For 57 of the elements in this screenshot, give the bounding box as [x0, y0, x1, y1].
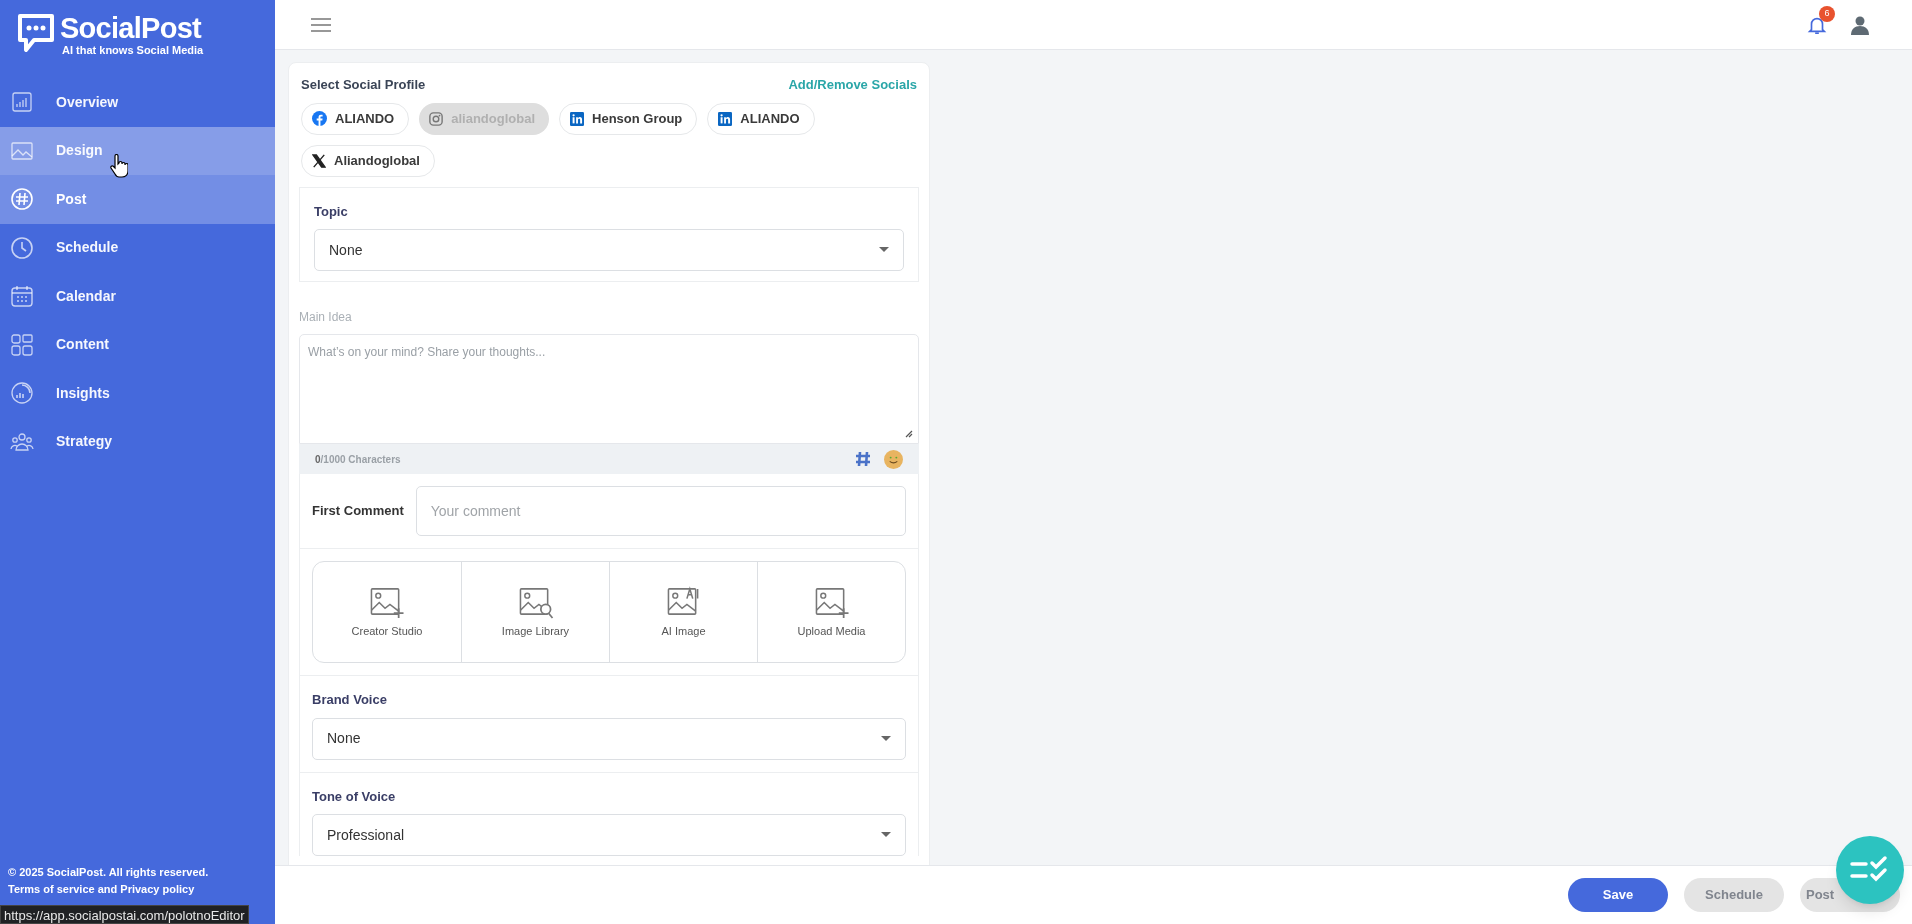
- sidebar-item[interactable]: Calendar: [0, 272, 275, 321]
- dropdown-caret-icon: [881, 735, 891, 742]
- tone-of-voice-select[interactable]: Professional: [312, 814, 906, 856]
- profile-chip[interactable]: ALIANDO: [707, 102, 815, 135]
- sidebar-item[interactable]: Overview: [0, 78, 275, 127]
- media-option-button[interactable]: Creator Studio: [313, 562, 461, 662]
- menu-icon[interactable]: [311, 17, 331, 32]
- media-option-button[interactable]: AI Image: [609, 562, 757, 662]
- instagram-icon: [429, 111, 444, 126]
- clock-icon: [10, 235, 34, 260]
- sidebar-item[interactable]: Insights: [0, 369, 275, 418]
- linkedin-icon: [718, 111, 733, 126]
- dropdown-caret-icon: [879, 247, 889, 253]
- field-label: Topic: [314, 202, 349, 221]
- calendar-icon: [10, 284, 34, 309]
- footer-text: Terms of service and Privacy policy: [8, 882, 196, 897]
- main-idea-textarea[interactable]: What’s on your mind? Share your thoughts...: [299, 334, 919, 444]
- first-comment-field[interactable]: Your comment: [415, 486, 906, 536]
- emoji-icon[interactable]: [884, 449, 903, 469]
- profile-chip[interactable]: ALIANDO: [301, 102, 410, 135]
- brand-name: SocialPost: [60, 12, 203, 44]
- notification-badge: 6: [1819, 5, 1835, 22]
- facebook-icon: [312, 111, 327, 126]
- x-logo-icon: [312, 153, 326, 168]
- brand-voice-select[interactable]: None: [312, 717, 906, 760]
- section-title: Select Social Profile: [301, 76, 426, 94]
- hand-cursor-icon: [110, 154, 128, 178]
- add-remove-socials-link[interactable]: Add/Remove Socials: [788, 75, 917, 95]
- linkedin-icon: [570, 111, 584, 126]
- hashtag-icon: [10, 187, 34, 212]
- sidebar-item[interactable]: Content: [0, 320, 275, 369]
- media-option-button[interactable]: Image Library: [461, 562, 609, 662]
- field-label: Brand Voice: [312, 691, 388, 709]
- field-label: Main Idea: [299, 309, 353, 326]
- footer-text: © 2025 SocialPost. All rights reserved.: [8, 865, 210, 880]
- hashtag-icon[interactable]: [854, 450, 872, 468]
- action-button[interactable]: Save: [1568, 878, 1668, 912]
- dropdown-caret-icon: [881, 832, 891, 838]
- media-option-button[interactable]: Upload Media: [757, 562, 905, 662]
- sidebar-item[interactable]: Strategy: [0, 417, 275, 466]
- profile-chip[interactable]: Henson Group: [559, 102, 698, 135]
- profile-chip[interactable]: Aliandoglobal: [301, 144, 435, 177]
- topic-select[interactable]: None: [314, 229, 904, 271]
- chart-icon: [10, 381, 34, 406]
- sidebar-item[interactable]: Post: [0, 175, 275, 224]
- layout-icon: [10, 332, 34, 357]
- brand-tagline: AI that knows Social Media: [61, 44, 204, 56]
- checklist-button[interactable]: [1836, 836, 1904, 904]
- field-label: Tone of Voice: [312, 787, 397, 806]
- chart-icon: [10, 90, 34, 115]
- sidebar-item[interactable]: Design: [0, 126, 275, 175]
- resize-handle-icon[interactable]: [905, 430, 913, 438]
- status-url-tooltip: https://app.socialpostai.com/polotnoEditor: [0, 905, 249, 924]
- field-label: First Comment: [312, 502, 404, 521]
- sidebar-item[interactable]: Schedule: [0, 223, 275, 272]
- logo-icon: [16, 12, 56, 54]
- character-counter: 0/1000 Characters: [315, 452, 401, 467]
